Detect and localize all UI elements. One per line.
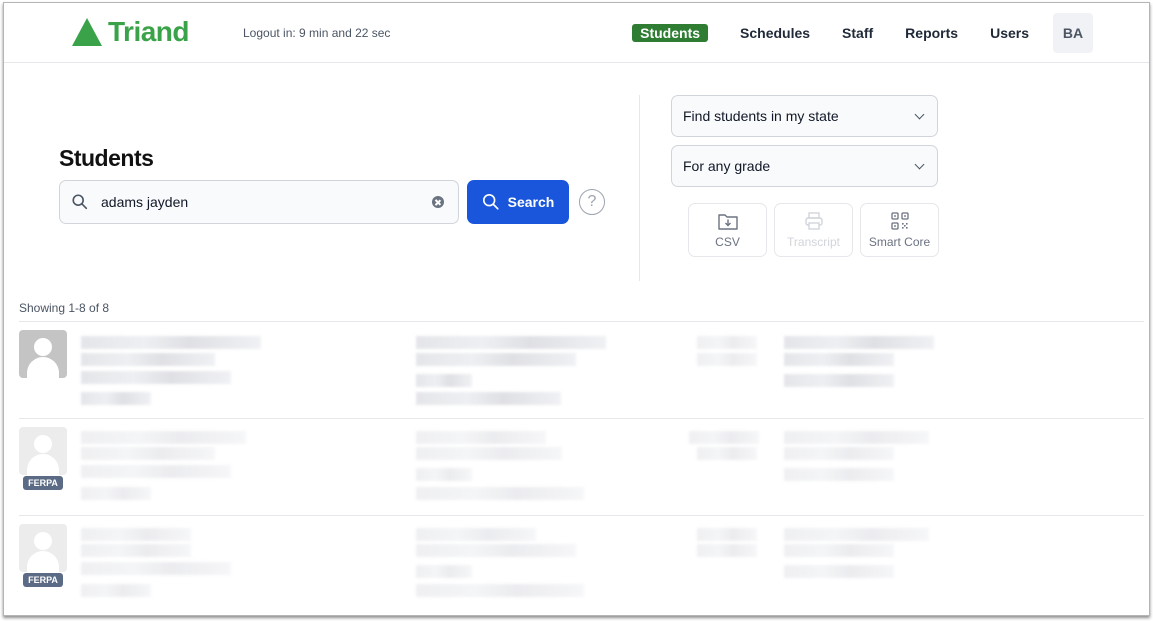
transcript-label: Transcript bbox=[787, 235, 840, 249]
redacted-text bbox=[784, 447, 894, 460]
redacted-text bbox=[81, 544, 191, 557]
nav-staff[interactable]: Staff bbox=[842, 25, 873, 41]
redacted-text bbox=[416, 336, 606, 349]
qr-code-icon bbox=[890, 212, 909, 230]
redacted-text bbox=[784, 374, 894, 387]
section-divider bbox=[639, 95, 640, 281]
redacted-text bbox=[697, 544, 757, 557]
folder-download-icon bbox=[717, 214, 738, 230]
avatar-body-icon bbox=[27, 551, 59, 572]
avatar-head-icon bbox=[34, 435, 52, 453]
redacted-text bbox=[784, 353, 894, 366]
csv-label: CSV bbox=[715, 235, 740, 249]
redacted-text bbox=[784, 336, 934, 349]
redacted-text bbox=[81, 562, 231, 575]
logo-triangle-icon bbox=[72, 18, 102, 46]
top-navigation-bar: Triand Logout in: 9 min and 22 sec Stude… bbox=[4, 3, 1149, 63]
smart-core-label: Smart Core bbox=[868, 235, 931, 249]
redacted-text bbox=[784, 431, 929, 444]
redacted-text bbox=[81, 465, 231, 478]
search-icon bbox=[482, 193, 499, 210]
transcript-button[interactable]: Transcript bbox=[774, 203, 853, 257]
nav-users[interactable]: Users bbox=[990, 25, 1029, 41]
student-photo-placeholder bbox=[19, 330, 67, 378]
redacted-text bbox=[81, 353, 215, 366]
grade-select-value: For any grade bbox=[683, 158, 771, 174]
redacted-text bbox=[784, 468, 894, 481]
redacted-text bbox=[416, 431, 546, 444]
results-list: FERPA FERPA bbox=[19, 321, 1144, 612]
help-icon[interactable]: ? bbox=[579, 189, 605, 215]
redacted-text bbox=[416, 487, 584, 500]
avatar-body-icon bbox=[27, 357, 59, 378]
redacted-text bbox=[784, 544, 894, 557]
search-input[interactable] bbox=[101, 194, 432, 210]
redacted-text bbox=[697, 336, 757, 349]
student-row[interactable]: FERPA bbox=[19, 515, 1144, 612]
search-button-label: Search bbox=[507, 194, 555, 210]
student-row[interactable] bbox=[19, 321, 1144, 418]
redacted-text bbox=[81, 431, 246, 444]
redacted-text bbox=[689, 431, 759, 444]
grade-select[interactable]: For any grade bbox=[671, 145, 938, 187]
scope-select[interactable]: Find students in my state bbox=[671, 95, 938, 137]
search-field[interactable] bbox=[59, 180, 459, 224]
avatar-head-icon bbox=[34, 338, 52, 356]
search-icon bbox=[72, 194, 88, 210]
student-row[interactable]: FERPA bbox=[19, 418, 1144, 515]
avatar-body-icon bbox=[27, 454, 59, 475]
logout-timer: Logout in: 9 min and 22 sec bbox=[243, 26, 391, 40]
csv-export-button[interactable]: CSV bbox=[688, 203, 767, 257]
triand-logo[interactable]: Triand bbox=[72, 13, 190, 51]
redacted-text bbox=[784, 565, 894, 578]
user-menu-button[interactable]: BA bbox=[1053, 13, 1093, 53]
results-summary: Showing 1-8 of 8 bbox=[19, 301, 110, 315]
browser-window: Triand Logout in: 9 min and 22 sec Stude… bbox=[3, 2, 1150, 616]
ferpa-badge: FERPA bbox=[23, 476, 63, 490]
redacted-text bbox=[81, 336, 261, 349]
redacted-text bbox=[416, 584, 584, 597]
redacted-text bbox=[81, 584, 151, 597]
nav-reports[interactable]: Reports bbox=[905, 25, 958, 41]
redacted-text bbox=[81, 528, 191, 541]
chevron-down-icon bbox=[914, 109, 925, 120]
main-nav: Students Schedules Staff Reports Users B… bbox=[632, 3, 1149, 63]
redacted-text bbox=[697, 528, 757, 541]
redacted-text bbox=[697, 447, 757, 460]
nav-students[interactable]: Students bbox=[632, 24, 709, 42]
chevron-down-icon bbox=[914, 159, 925, 170]
search-button[interactable]: Search bbox=[467, 180, 569, 224]
redacted-text bbox=[416, 528, 536, 541]
page-title: Students bbox=[59, 145, 154, 171]
redacted-text bbox=[81, 487, 151, 500]
student-photo-placeholder bbox=[19, 524, 67, 572]
avatar-head-icon bbox=[34, 532, 52, 550]
redacted-text bbox=[697, 353, 757, 366]
redacted-text bbox=[416, 544, 576, 557]
clear-search-icon[interactable] bbox=[432, 196, 444, 208]
brand-name: Triand bbox=[108, 16, 190, 47]
redacted-text bbox=[416, 565, 472, 578]
scope-select-value: Find students in my state bbox=[683, 108, 839, 124]
student-photo-placeholder bbox=[19, 427, 67, 475]
redacted-text bbox=[416, 392, 561, 405]
redacted-text bbox=[81, 447, 215, 460]
redacted-text bbox=[416, 353, 576, 366]
redacted-text bbox=[81, 371, 231, 384]
ferpa-badge: FERPA bbox=[23, 573, 63, 587]
redacted-text bbox=[416, 468, 472, 481]
redacted-text bbox=[416, 374, 472, 387]
printer-icon bbox=[804, 212, 823, 230]
smart-core-button[interactable]: Smart Core bbox=[860, 203, 939, 257]
redacted-text bbox=[416, 447, 562, 460]
redacted-text bbox=[81, 392, 151, 405]
nav-schedules[interactable]: Schedules bbox=[740, 25, 810, 41]
redacted-text bbox=[784, 528, 929, 541]
